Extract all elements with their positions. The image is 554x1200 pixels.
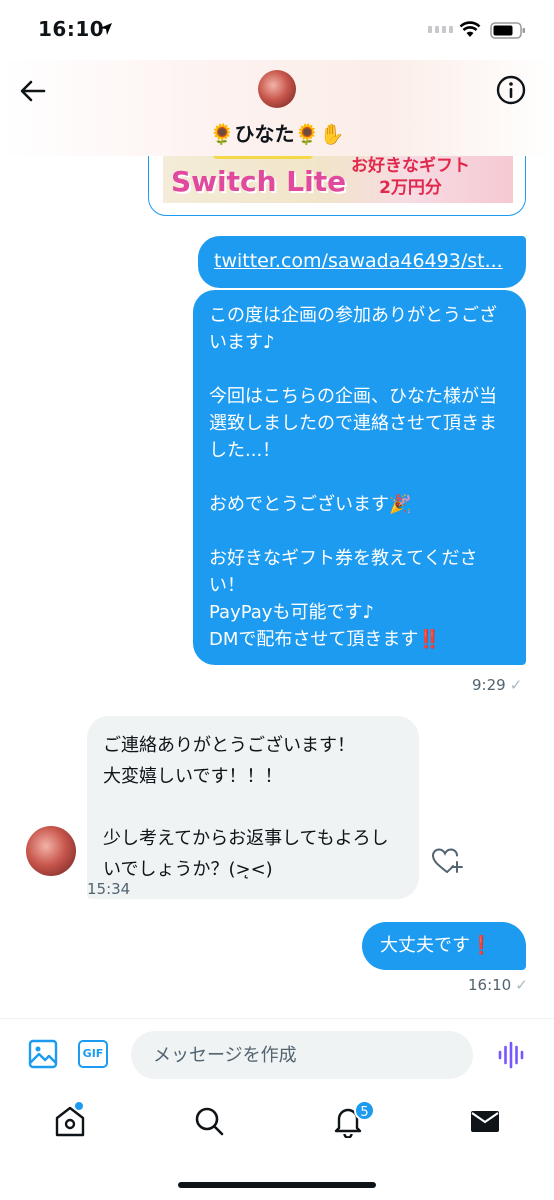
home-icon[interactable] [53,1104,87,1138]
conversation-header: 🌻ひなた🌻✋ [0,60,554,156]
header-avatar[interactable] [258,70,296,108]
console-image [213,156,313,159]
message-composer: GIF [0,1018,554,1090]
message-timestamp: 15:34 [87,880,131,898]
card-title: Switch Lite [171,165,347,198]
image-icon[interactable] [28,1039,58,1069]
signal-icon [428,26,453,33]
sender-avatar[interactable] [26,826,76,876]
wifi-icon [459,21,481,37]
voice-message-icon[interactable] [497,1041,525,1069]
read-check-icon: ✓ [509,676,523,694]
home-indicator [178,1182,376,1188]
link-preview-card[interactable]: Switch Lite お好きなギフト 2万円分 [148,156,526,216]
read-check-icon: ✓ [515,976,528,994]
info-icon[interactable] [495,74,527,106]
message-text: ご連絡ありがとうございます！ 大変嬉しいです！！！ 少し考えてからお返事してもよ… [103,735,389,880]
message-list[interactable]: Switch Lite お好きなギフト 2万円分 twitter.com/saw… [0,156,554,1016]
link-message[interactable]: twitter.com/sawada46493/st... [198,236,526,288]
outgoing-message[interactable]: 大丈夫です❗️ [362,922,526,970]
message-input[interactable] [131,1031,473,1079]
message-text: この度は企画の参加ありがとうございます♪ 今回はこちらの企画、ひなた様が当選致し… [209,305,497,650]
message-timestamp: 16:10 ✓ [468,976,528,994]
card-subtitle: お好きなギフト 2万円分 [351,156,470,198]
conversation-title[interactable]: 🌻ひなた🌻✋ [0,118,554,147]
link-preview-image: Switch Lite お好きなギフト 2万円分 [163,156,513,203]
home-unread-dot [75,1102,83,1110]
battery-icon [490,22,525,39]
message-timestamp: 9:29 ✓ [472,676,523,694]
outgoing-message[interactable]: この度は企画の参加ありがとうございます♪ 今回はこちらの企画、ひなた様が当選致し… [193,290,526,665]
status-time: 16:10 [38,17,105,41]
messages-envelope-icon[interactable] [468,1104,502,1138]
incoming-message[interactable]: ご連絡ありがとうございます！ 大変嬉しいです！！！ 少し考えてからお返事してもよ… [87,716,419,899]
notification-badge: 5 [354,1100,375,1121]
react-heart-icon[interactable] [430,846,464,876]
message-text: 大丈夫です❗️ [380,935,493,956]
location-arrow-icon [100,23,112,35]
status-bar: 16:10 [0,0,554,60]
back-arrow-icon[interactable] [18,76,48,106]
tab-bar: 5 [0,1090,554,1200]
gif-button[interactable]: GIF [78,1040,108,1068]
search-icon[interactable] [192,1104,226,1138]
